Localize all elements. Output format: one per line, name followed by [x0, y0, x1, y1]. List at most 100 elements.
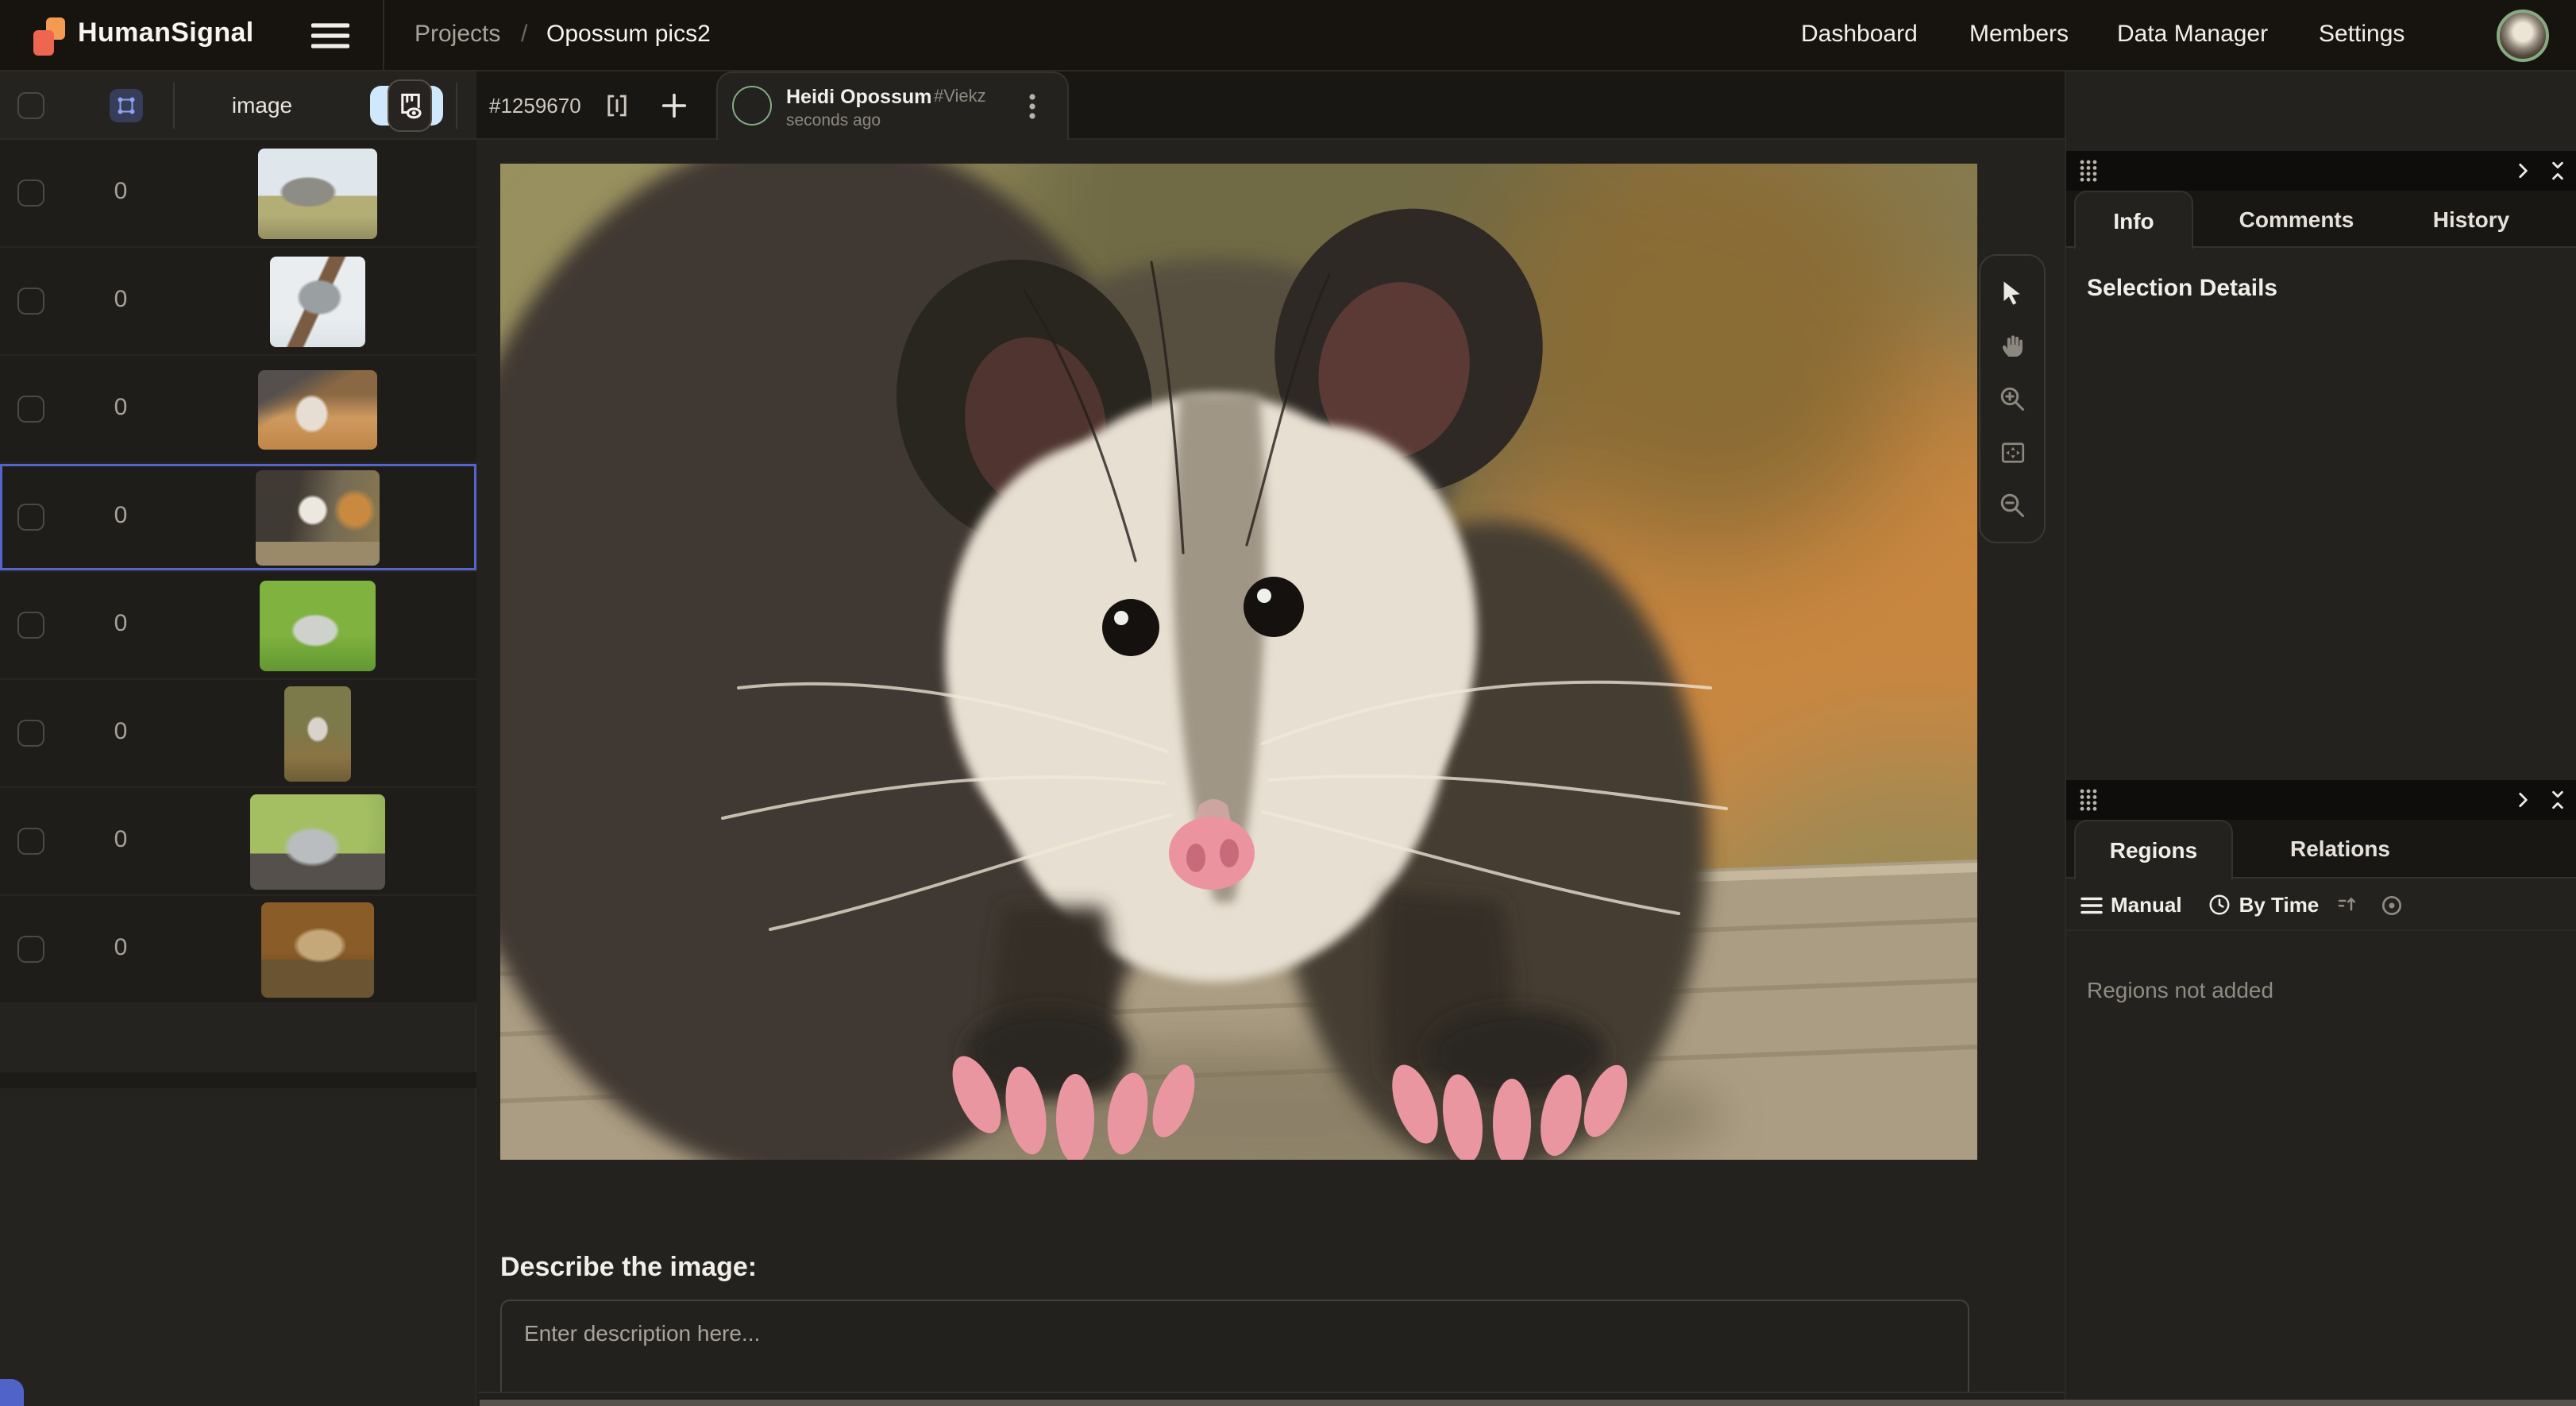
- annotations-count: 0: [92, 502, 149, 529]
- tab-comments[interactable]: Comments: [2217, 191, 2376, 248]
- task-row-3[interactable]: 0: [0, 356, 476, 464]
- row-checkbox[interactable]: [17, 936, 44, 963]
- logo-text: HumanSignal: [78, 17, 254, 49]
- selection-details-heading: Selection Details: [2087, 275, 2277, 302]
- annotator-name: Heidi Opossum: [786, 86, 931, 108]
- row-checkbox[interactable]: [17, 396, 44, 423]
- topbar-divider: [383, 0, 384, 71]
- annotations-count: 0: [92, 934, 149, 961]
- sort-order-icon[interactable]: [2335, 893, 2360, 917]
- outliner-tab-row: Regions Relations: [2066, 820, 2576, 879]
- task-thumbnail[interactable]: [261, 902, 374, 997]
- breadcrumb-projects[interactable]: Projects: [415, 21, 500, 48]
- annotation-tab-strip: #1259670 Heidi Opossum #Viekz seconds ag…: [476, 71, 2065, 140]
- group-by-manual-button[interactable]: Manual: [2080, 893, 2182, 917]
- task-row-7[interactable]: 0: [0, 788, 476, 896]
- prompt-label: Describe the image:: [500, 1252, 757, 1284]
- regions-toolbar: Manual By Time: [2066, 880, 2576, 931]
- label-eye-icon: [396, 91, 423, 121]
- annotations-count: 0: [92, 286, 149, 313]
- breadcrumb-separator: /: [521, 21, 527, 48]
- annotations-count: 0: [92, 610, 149, 637]
- sort-by-label: By Time: [2239, 893, 2320, 917]
- task-thumbnail[interactable]: [256, 469, 380, 565]
- annotations-count: 0: [92, 718, 149, 745]
- task-thumbnail[interactable]: [270, 256, 365, 346]
- tab-history[interactable]: History: [2400, 191, 2543, 248]
- row-checkbox[interactable]: [17, 612, 44, 639]
- task-row-8[interactable]: 0: [0, 896, 476, 1004]
- user-avatar[interactable]: [2497, 10, 2549, 62]
- task-thumbnail[interactable]: [250, 794, 385, 889]
- details-tab-row: Info Comments History: [2066, 191, 2576, 248]
- regions-column-icon[interactable]: [110, 89, 143, 122]
- description-textarea[interactable]: Enter description here...: [500, 1300, 1969, 1392]
- task-list-panel: image 0 0 0: [0, 71, 476, 1406]
- nav-dashboard[interactable]: Dashboard: [1801, 21, 1918, 48]
- pan-hand-tool-icon[interactable]: [1993, 326, 2031, 365]
- row-checkbox[interactable]: [17, 504, 44, 531]
- expand-brackets-icon[interactable]: [604, 92, 631, 119]
- task-rows-footer: [0, 1072, 476, 1088]
- task-row-2[interactable]: 0: [0, 248, 476, 356]
- annotations-count: 0: [92, 826, 149, 853]
- task-thumbnail[interactable]: [258, 148, 377, 238]
- task-thumbnail[interactable]: [284, 686, 351, 781]
- tab-relations[interactable]: Relations: [2257, 820, 2424, 877]
- logo-square-red: [33, 30, 54, 56]
- task-image-opossum[interactable]: [500, 164, 1977, 1160]
- annotation-time: seconds ago: [786, 111, 881, 130]
- labeling-app: HumanSignal Projects / Opossum pics2 Das…: [0, 0, 2576, 1406]
- detach-panel-chevron-icon[interactable]: [2512, 160, 2533, 181]
- zoom-in-tool-icon[interactable]: [1993, 380, 2031, 418]
- task-row-5[interactable]: 0: [0, 572, 476, 680]
- fit-screen-tool-icon[interactable]: [1993, 433, 2031, 471]
- annotation-menu-kebab-icon[interactable]: [1020, 91, 1045, 122]
- task-row-4-selected[interactable]: 0: [0, 464, 476, 572]
- row-checkbox[interactable]: [17, 828, 44, 855]
- select-tool-icon[interactable]: [1993, 273, 2031, 311]
- top-bar: HumanSignal Projects / Opossum pics2 Das…: [0, 0, 2576, 71]
- add-annotation-icon[interactable]: [659, 91, 689, 121]
- nav-settings[interactable]: Settings: [2319, 21, 2404, 48]
- regions-empty-text: Regions not added: [2087, 977, 2273, 1002]
- bottom-scroll-strip[interactable]: [480, 1400, 2576, 1406]
- drag-handle-icon[interactable]: [2079, 788, 2098, 812]
- nav-members[interactable]: Members: [1969, 21, 2069, 48]
- annotator-avatar: [732, 86, 772, 126]
- tab-info[interactable]: Info: [2074, 191, 2193, 249]
- collapse-panel-icon[interactable]: [2547, 160, 2568, 181]
- zoom-out-tool-icon[interactable]: [1993, 486, 2031, 524]
- task-id: #1259670: [489, 94, 581, 118]
- tab-regions[interactable]: Regions: [2074, 820, 2233, 880]
- column-header-image[interactable]: image: [175, 92, 349, 118]
- drag-handle-icon[interactable]: [2079, 159, 2098, 183]
- nav-data-manager[interactable]: Data Manager: [2117, 21, 2268, 48]
- details-panel-gutter: [2066, 151, 2576, 191]
- row-checkbox[interactable]: [17, 180, 44, 207]
- annotations-count: 0: [92, 178, 149, 205]
- label-visibility-toggle[interactable]: [388, 79, 432, 132]
- hamburger-menu-icon[interactable]: [311, 22, 349, 49]
- task-thumbnail[interactable]: [258, 369, 377, 449]
- row-checkbox[interactable]: [17, 288, 44, 315]
- details-sidebar: Info Comments History Selection Details …: [2065, 71, 2576, 1406]
- annotations-count: 0: [92, 394, 149, 421]
- detach-panel-chevron-icon[interactable]: [2512, 790, 2533, 810]
- description-placeholder: Enter description here...: [524, 1320, 760, 1346]
- task-row-6[interactable]: 0: [0, 680, 476, 788]
- task-row-1[interactable]: 0: [0, 140, 476, 248]
- visibility-eye-icon[interactable]: [2379, 892, 2404, 917]
- task-list-header: image: [0, 71, 476, 140]
- collapse-panel-icon[interactable]: [2547, 790, 2568, 810]
- task-thumbnail[interactable]: [260, 580, 376, 670]
- sort-by-time-button[interactable]: By Time: [2208, 893, 2320, 917]
- group-by-label: Manual: [2111, 893, 2182, 917]
- annotation-tab-active[interactable]: Heidi Opossum #Viekz seconds ago: [716, 71, 1069, 140]
- select-all-checkbox[interactable]: [17, 92, 44, 119]
- row-checkbox[interactable]: [17, 720, 44, 747]
- humansignal-logo-icon[interactable]: [33, 17, 68, 56]
- help-bubble[interactable]: [0, 1379, 24, 1406]
- task-rows: 0 0 0 0 0: [0, 140, 476, 1004]
- annotation-id: #Viekz: [934, 87, 986, 106]
